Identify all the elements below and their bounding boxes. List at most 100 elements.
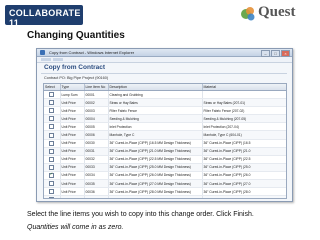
select-checkbox[interactable] (49, 100, 55, 106)
table-row[interactable]: Unit Price 00006 Manhole, Type C Manhole, T… (44, 130, 286, 140)
contract-label: Contract PO: Big Pipe Project (90160) (44, 76, 109, 80)
copy-from-contract-window: Copy from Contract - Windows Internet Ex… (36, 48, 293, 202)
dialog-heading: Copy from Contract (44, 64, 106, 71)
select-checkbox[interactable] (49, 108, 55, 114)
close-button[interactable]: × (281, 50, 290, 57)
line-item-cell: 00033 (84, 163, 109, 172)
type-cell: Unit Price (60, 106, 85, 116)
select-checkbox[interactable] (49, 181, 55, 187)
type-cell: Lump Sum (60, 90, 85, 100)
line-item-cell: 00036 (84, 187, 109, 197)
quest-logo-mark-icon (241, 7, 255, 21)
type-cell: Unit Price (60, 139, 85, 148)
line-item-cell: 00034 (84, 171, 109, 181)
description-cell: 36" Cured-in-Place (CIPP) (28.0 MM Desig… (108, 187, 203, 197)
line-item-cell: 00003 (84, 106, 109, 116)
window-controls: – □ × (261, 50, 290, 57)
description-cell: 36" Cured-in-Place (CIPP) (26.0 MM Desig… (108, 171, 203, 181)
select-cell (44, 130, 61, 140)
description-cell: Lateral Sewer Reestablished (108, 195, 203, 198)
instruction-caption: Select the line items you wish to copy i… (27, 211, 254, 218)
select-checkbox[interactable] (49, 124, 55, 130)
description-cell: 36" Cured-in-Place (CIPP) (21.0 MM Desig… (108, 147, 203, 156)
type-cell: Unit Price (60, 147, 85, 156)
description-cell: 36" Cured-in-Place (CIPP) (22.5 MM Desig… (108, 155, 203, 164)
material-cell (202, 90, 286, 100)
material-cell: Manhole, Type C (604-01) (202, 130, 286, 140)
select-checkbox[interactable] (49, 189, 55, 195)
table-row[interactable]: Unit Price 00002 Straw or Hay Bales Straw o… (44, 98, 286, 108)
table-row[interactable]: Unit Price 00031 36" Cured-in-Place (CIPP)… (44, 147, 286, 156)
material-cell: 36" Cured-in-Place (CIPP) (25.0 (202, 163, 286, 172)
table-row[interactable]: Unit Price 00032 36" Cured-in-Place (CIPP)… (44, 155, 286, 164)
select-cell (44, 163, 61, 172)
table-row[interactable]: Unit Price 00003 Filter Fabric Fence Filter… (44, 106, 286, 116)
select-checkbox[interactable] (49, 148, 55, 154)
collaborate-logo: COLLABORATE 11 (5, 5, 83, 28)
line-item-cell: 00035 (84, 179, 109, 189)
description-cell: Manhole, Type C (108, 130, 203, 140)
window-title: Copy from Contract - Windows Internet Ex… (49, 50, 135, 55)
select-checkbox[interactable] (49, 197, 55, 198)
select-cell (44, 122, 61, 132)
select-checkbox[interactable] (49, 164, 55, 170)
type-cell: Unit Price (60, 163, 85, 172)
line-item-cell: 00034 (84, 195, 109, 198)
select-checkbox[interactable] (49, 156, 55, 162)
table-row[interactable]: Unit Price 00036 36" Cured-in-Place (CIPP)… (44, 187, 286, 197)
select-cell (44, 114, 61, 124)
select-cell (44, 155, 61, 164)
select-cell (44, 139, 61, 148)
line-item-cell: 00001 (84, 90, 109, 100)
material-cell: Straw or Hay Bales (207-01) (202, 98, 286, 108)
type-cell: Unit Price (60, 98, 85, 108)
select-cell (44, 171, 61, 181)
table-row[interactable]: Unit Price 00035 36" Cured-in-Place (CIPP)… (44, 179, 286, 189)
description-cell: Clearing and Grubbing (108, 90, 203, 100)
select-checkbox[interactable] (49, 116, 55, 122)
select-checkbox[interactable] (49, 92, 55, 98)
type-cell: Unit Price (60, 114, 85, 124)
material-cell: 36" Cured-in-Place (CIPP) (27.0 (202, 179, 286, 189)
table-row[interactable]: Lump Sum 00001 Clearing and Grubbing (44, 90, 286, 100)
description-cell: Seeding & Mulching (108, 114, 203, 124)
select-cell (44, 179, 61, 189)
maximize-button[interactable]: □ (271, 50, 280, 57)
material-cell: 36" Cured-in-Place (CIPP) (21.0 (202, 147, 286, 156)
select-cell (44, 195, 61, 198)
select-checkbox[interactable] (49, 140, 55, 146)
material-cell: Inlet Protection (207-04) (202, 122, 286, 132)
toolbar-button[interactable] (41, 58, 51, 61)
table-row[interactable]: Unit Price 00004 Seeding & Mulching Seeding… (44, 114, 286, 124)
type-cell: Unit Price (60, 155, 85, 164)
select-cell (44, 187, 61, 197)
minimize-button[interactable]: – (261, 50, 270, 57)
collaborate-logo-text: COLLABORATE 11 (9, 8, 81, 28)
select-checkbox[interactable] (49, 172, 55, 178)
type-cell: Unit Price (60, 171, 85, 181)
table-row[interactable]: Unit Price 00005 Inlet Protection Inlet Pro… (44, 122, 286, 132)
type-cell: Unit Price (60, 187, 85, 197)
line-item-cell: 00002 (84, 98, 109, 108)
select-cell (44, 106, 61, 116)
line-item-cell: 00032 (84, 155, 109, 164)
line-items-table: Select Type Line Item No Description Mat… (44, 84, 286, 198)
table-row[interactable]: Unit Price00034Lateral Sewer Reestablish… (44, 195, 286, 198)
select-checkbox[interactable] (49, 132, 55, 138)
description-cell: 36" Cured-in-Place (CIPP) (16.5 MM Desig… (108, 139, 203, 148)
window-titlebar[interactable]: Copy from Contract - Windows Internet Ex… (37, 49, 292, 57)
description-cell: 36" Cured-in-Place (CIPP) (27.0 MM Desig… (108, 179, 203, 189)
toolbar-button[interactable] (53, 58, 63, 61)
table-row[interactable]: Unit Price 00030 36" Cured-in-Place (CIPP)… (44, 139, 286, 148)
divider (41, 73, 287, 74)
note-caption: Quantities will come in as zero. (27, 224, 124, 231)
quest-logo-text: Quest (258, 4, 296, 20)
material-cell: 36" Cured-in-Place (CIPP) (16.5 (202, 139, 286, 148)
line-item-cell: 00030 (84, 139, 109, 148)
material-cell: 36" Cured-in-Place (CIPP) (28.0 (202, 187, 286, 197)
table-row[interactable]: Unit Price0003436" Cured-in-Place (CIPP)… (44, 171, 286, 181)
line-item-cell: 00004 (84, 114, 109, 124)
table-row[interactable]: Unit Price 00033 36" Cured-in-Place (CIPP)… (44, 163, 286, 172)
line-item-cell: 00006 (84, 130, 109, 140)
browser-icon (40, 50, 45, 55)
